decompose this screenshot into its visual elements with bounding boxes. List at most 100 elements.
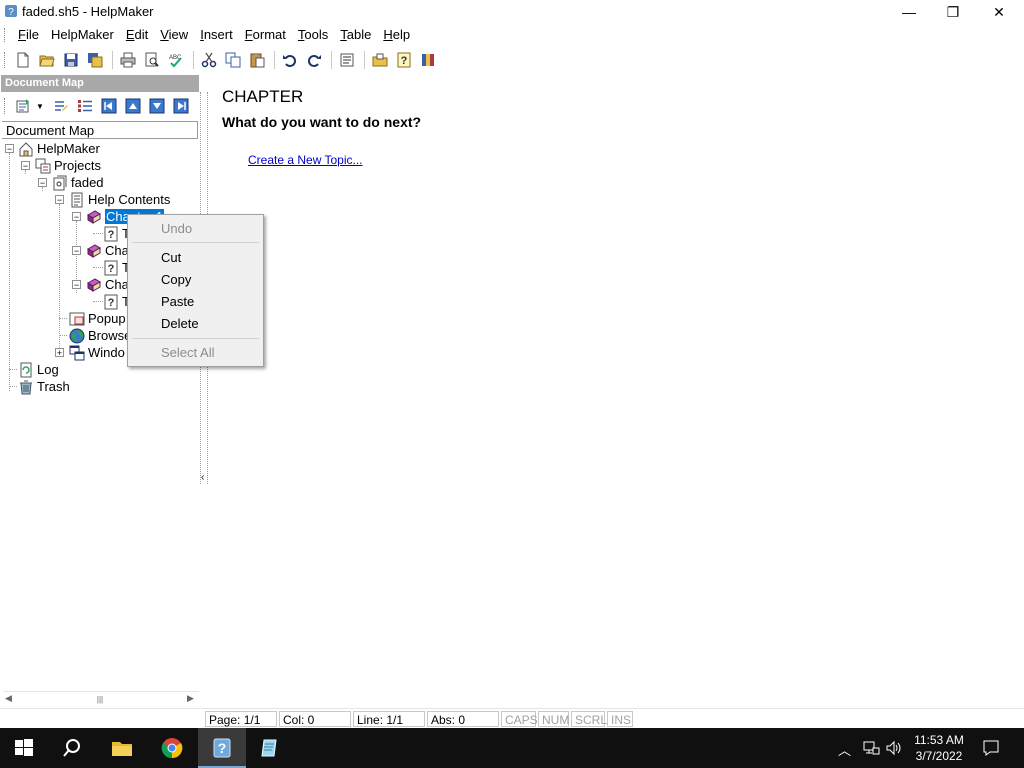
move-down-button[interactable] [146, 95, 168, 117]
tree-node-browse[interactable]: Browse [69, 327, 131, 344]
tree-collapse-toggle[interactable]: − [38, 178, 47, 188]
scroll-left-icon[interactable]: ◀ [5, 693, 12, 704]
list-item-button[interactable] [74, 95, 96, 117]
menu-tools[interactable]: Tools [292, 24, 334, 46]
volume-icon[interactable] [885, 740, 903, 756]
create-new-topic-link[interactable]: Create a New Topic... [248, 153, 363, 167]
move-last-button[interactable] [170, 95, 192, 117]
books-button[interactable] [417, 49, 439, 71]
close-button[interactable]: ✕ [976, 0, 1022, 24]
paragraph-button[interactable] [336, 49, 358, 71]
chrome-button[interactable] [148, 728, 196, 768]
menu-help[interactable]: Help [377, 24, 416, 46]
tree-collapse-toggle[interactable]: − [21, 161, 30, 171]
menu-view-label: View [160, 27, 189, 42]
tree-horizontal-scrollbar[interactable]: ◀ ||| ▶ [3, 691, 199, 707]
tray-expand-icon[interactable]: ︿ [838, 740, 851, 759]
home-icon [19, 141, 33, 156]
tree-collapse-toggle[interactable]: − [72, 212, 81, 222]
tree-node-chapter-3[interactable]: Cha [86, 276, 129, 293]
tree-line [93, 267, 103, 268]
dropdown-arrow-icon[interactable]: ▼ [36, 102, 44, 111]
scroll-thumb[interactable]: ||| [95, 695, 105, 704]
move-up-button[interactable] [122, 95, 144, 117]
scroll-right-icon[interactable]: ▶ [187, 693, 194, 704]
context-menu-separator [132, 338, 259, 339]
menu-helpmaker[interactable]: HelpMaker [45, 24, 120, 46]
tree-node-windows[interactable]: Windo [69, 344, 125, 361]
tree-node-projects[interactable]: Projects [35, 157, 101, 174]
new-button[interactable] [12, 49, 34, 71]
project-button[interactable] [369, 49, 391, 71]
helpmaker-taskbar-button[interactable]: ? [198, 728, 246, 768]
status-abs: Abs: 0 [427, 711, 499, 727]
topic-question-icon: ? [104, 294, 118, 309]
menu-format[interactable]: Format [239, 24, 292, 46]
restore-button[interactable]: ❐ [930, 0, 976, 24]
context-menu-cut[interactable]: Cut [161, 250, 181, 265]
tree-node-helpmaker[interactable]: HelpMaker [18, 140, 100, 157]
tree-node-log[interactable]: Log [18, 361, 59, 378]
tree-node-topic[interactable]: ? T [103, 259, 130, 276]
notepad-taskbar-button[interactable] [246, 728, 294, 768]
redo-arrow-icon [308, 55, 321, 67]
edit-item-button[interactable] [50, 95, 72, 117]
tree-node-trash[interactable]: Trash [18, 378, 70, 395]
file-explorer-button[interactable] [98, 728, 146, 768]
tree-node-label: Cha [105, 277, 129, 292]
context-menu-delete[interactable]: Delete [161, 316, 199, 331]
redo-button[interactable] [303, 49, 325, 71]
tree-collapse-toggle[interactable]: − [72, 246, 81, 256]
save-all-icon [88, 53, 103, 68]
status-page: Page: 1/1 [205, 711, 277, 727]
start-button[interactable] [0, 728, 48, 768]
cut-button[interactable] [198, 49, 220, 71]
open-folder-icon [39, 55, 55, 67]
menu-insert[interactable]: Insert [194, 24, 239, 46]
context-menu-paste[interactable]: Paste [161, 294, 194, 309]
tree-node-popup[interactable]: Popup [69, 310, 126, 327]
spellcheck-button[interactable]: ABC [165, 49, 187, 71]
tree-node-project-faded[interactable]: faded [52, 174, 104, 191]
tree-collapse-toggle[interactable]: − [55, 195, 64, 205]
new-item-icon [16, 99, 29, 113]
helpmaker-icon: ? [213, 738, 231, 758]
collapse-pane-arrow-icon[interactable]: ‹ [201, 472, 204, 483]
save-button[interactable] [60, 49, 82, 71]
move-down-icon [149, 98, 165, 114]
printer-icon [120, 52, 136, 68]
context-menu-select-all[interactable]: Select All [161, 345, 214, 360]
copy-button[interactable] [222, 49, 244, 71]
context-menu-copy[interactable]: Copy [161, 272, 191, 287]
open-button[interactable] [36, 49, 58, 71]
menu-edit[interactable]: Edit [120, 24, 154, 46]
minimize-button[interactable]: — [886, 0, 932, 24]
menu-table[interactable]: Table [334, 24, 377, 46]
help-button[interactable]: ? [393, 49, 415, 71]
move-last-icon [173, 98, 189, 114]
new-item-dropdown-button[interactable] [12, 95, 34, 117]
move-first-button[interactable] [98, 95, 120, 117]
tree-expand-toggle[interactable]: + [55, 348, 64, 358]
tree-collapse-toggle[interactable]: − [5, 144, 14, 154]
print-button[interactable] [117, 49, 139, 71]
paste-clipboard-icon [250, 53, 265, 68]
undo-button[interactable] [279, 49, 301, 71]
print-preview-button[interactable] [141, 49, 163, 71]
system-clock[interactable]: 11:53 AM 3/7/2022 [908, 732, 970, 764]
tree-node-chapter-2[interactable]: Cha [86, 242, 129, 259]
search-button[interactable] [48, 728, 96, 768]
context-menu-undo[interactable]: Undo [161, 221, 192, 236]
tree-node-topic[interactable]: ? T [103, 225, 130, 242]
tree-node-topic[interactable]: ? T [103, 293, 130, 310]
tree-collapse-toggle[interactable]: − [72, 280, 81, 290]
menu-view[interactable]: View [154, 24, 194, 46]
menu-file[interactable]: File [12, 24, 45, 46]
move-first-icon [101, 98, 117, 114]
save-all-button[interactable] [84, 49, 106, 71]
network-icon[interactable] [862, 740, 880, 756]
tree-line [93, 233, 103, 234]
paste-button[interactable] [246, 49, 268, 71]
tree-node-help-contents[interactable]: Help Contents [69, 191, 170, 208]
notification-icon[interactable] [982, 739, 1000, 757]
